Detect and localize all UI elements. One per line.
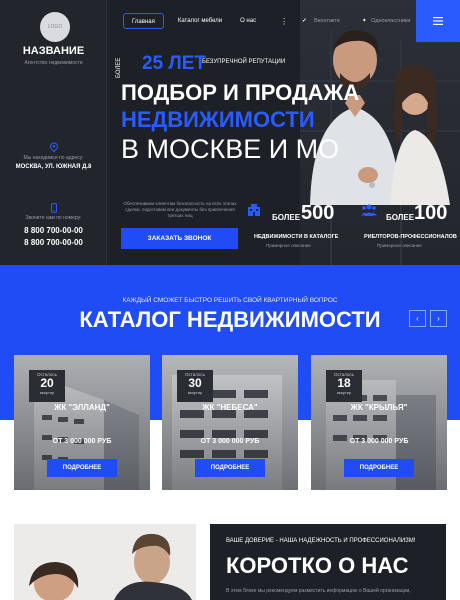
about-kicker: ВАШЕ ДОВЕРИЕ - НАША НАДЕЖНОСТЬ И ПРОФЕСС… bbox=[226, 538, 416, 544]
badge-unit: квартир bbox=[187, 390, 203, 395]
logo[interactable]: LOGO bbox=[40, 12, 70, 42]
logo-text: LOGO bbox=[47, 24, 63, 30]
carousel-prev-button[interactable]: ‹ bbox=[409, 310, 426, 327]
brand-name: НАЗВАНИЕ bbox=[22, 45, 85, 57]
phone-number[interactable]: 8 800 700-00-00 bbox=[0, 238, 107, 247]
stat-word: БОЛЕЕ bbox=[272, 213, 301, 222]
location-icon bbox=[49, 142, 59, 153]
phone-label: Звоните нам по номеру: bbox=[25, 215, 82, 221]
brand-subtitle: Агентство недвижимости bbox=[24, 60, 83, 66]
property-card[interactable]: Осталось 18 квартир ЖК "КРЫЛЬЯ" ОТ 3 000… bbox=[311, 355, 447, 490]
nav-item-about[interactable]: О нас bbox=[232, 13, 264, 29]
landing-page: LOGO НАЗВАНИЕ Агентство недвижимости Мы … bbox=[0, 0, 460, 600]
property-name: ЖК "НЕБЕСА" bbox=[202, 403, 258, 412]
details-button[interactable]: ПОДРОБНЕЕ bbox=[47, 459, 117, 477]
property-price: ОТ 3 000 000 РУБ bbox=[52, 438, 112, 445]
hamburger-icon[interactable] bbox=[416, 0, 460, 42]
order-call-button[interactable]: ЗАКАЗАТЬ ЗВОНОК bbox=[121, 228, 238, 249]
address-label: Мы находимся по адресу: bbox=[23, 155, 84, 161]
nav-item-catalog[interactable]: Каталог мебели bbox=[170, 13, 230, 29]
social-ok-label: Одноклассники bbox=[371, 18, 411, 24]
property-price: ОТ 3 000 000 РУБ bbox=[349, 438, 409, 445]
catalog-kicker: КАЖДЫЙ СМОЖЕТ БЫСТРО РЕШИТЬ СВОЙ КВАРТИР… bbox=[122, 297, 338, 304]
hero-title-line3: В МОСКВЕ И МО bbox=[121, 134, 340, 164]
vk-icon: ✓ bbox=[302, 18, 307, 24]
social-ok[interactable]: ✦ Одноклассники bbox=[362, 12, 410, 30]
hero-title-line1: ПОДБОР И ПРОДАЖА bbox=[121, 80, 360, 105]
apartments-left-badge: Осталось 20 квартир bbox=[29, 370, 65, 402]
badge-unit: квартир bbox=[39, 390, 55, 395]
property-card[interactable]: Осталось 30 квартир ЖК "НЕБЕСА" ОТ 3 000… bbox=[162, 355, 298, 490]
chevron-right-icon: › bbox=[437, 314, 440, 323]
property-name: ЖК "КРЫЛЬЯ" bbox=[350, 403, 408, 412]
team-icon bbox=[361, 203, 377, 220]
about-text: В этом блоке мы рекомендуем разместить и… bbox=[226, 588, 411, 594]
social-vk[interactable]: ✓ Вконтакте bbox=[302, 12, 340, 30]
stat-subcaption: Примерное описание bbox=[266, 243, 311, 248]
property-price: ОТ 3 000 000 РУБ bbox=[200, 438, 260, 445]
stat-caption: НЕДВИЖИМОСТИ В КАТАЛОГЕ bbox=[254, 234, 339, 240]
sidebar-contacts: LOGO НАЗВАНИЕ Агентство недвижимости Мы … bbox=[0, 0, 107, 265]
social-vk-label: Вконтакте bbox=[314, 18, 340, 24]
badge-count: 30 bbox=[188, 376, 202, 390]
apartments-left-badge: Осталось 30 квартир bbox=[177, 370, 213, 402]
about-photo bbox=[14, 524, 196, 600]
ok-icon: ✦ bbox=[362, 18, 367, 24]
phone-icon bbox=[49, 203, 59, 213]
about-title: КОРОТКО О НАС bbox=[226, 553, 409, 578]
stat-caption: РИЕЛТОРОВ-ПРОФЕССИОНАЛОВ bbox=[364, 234, 457, 240]
hero-years: 25 ЛЕТ bbox=[142, 53, 207, 74]
details-button[interactable]: ПОДРОБНЕЕ bbox=[195, 459, 265, 477]
details-button[interactable]: ПОДРОБНЕЕ bbox=[344, 459, 414, 477]
couple-photo bbox=[310, 30, 450, 205]
stat-word: БОЛЕЕ bbox=[386, 213, 415, 222]
stat-number: 500 bbox=[301, 202, 335, 224]
apartments-left-badge: Осталось 18 квартир bbox=[326, 370, 362, 402]
main-nav: Главная Каталог мебели О нас ⋮ bbox=[123, 12, 288, 30]
hero-description: Обеспечиваем клиентам безопасность на вс… bbox=[123, 201, 237, 218]
badge-count: 20 bbox=[40, 376, 54, 390]
nav-item-home[interactable]: Главная bbox=[123, 13, 164, 29]
badge-count: 18 bbox=[337, 376, 351, 390]
hero-section: LOGO НАЗВАНИЕ Агентство недвижимости Мы … bbox=[0, 0, 460, 265]
chevron-left-icon: ‹ bbox=[416, 314, 419, 323]
stat-subcaption: Примерное описание bbox=[377, 243, 422, 248]
carousel-next-button[interactable]: › bbox=[430, 310, 447, 327]
catalog-title: КАТАЛОГ НЕДВИЖИМОСТИ bbox=[79, 307, 381, 332]
stat-number: 100 bbox=[414, 202, 448, 224]
phone-number[interactable]: 8 800 700-00-00 bbox=[0, 226, 107, 235]
badge-unit: квартир bbox=[336, 390, 352, 395]
hero-years-sub: БЕЗУПРЕЧНОЙ РЕПУТАЦИИ bbox=[202, 59, 286, 65]
property-card[interactable]: Осталось 20 квартир ЖК "ЭЛЛАНД" ОТ 3 000… bbox=[14, 355, 150, 490]
hero-vertical-label: БОЛЕЕ bbox=[116, 57, 122, 78]
hero-title-line2: НЕДВИЖИМОСТИ bbox=[121, 107, 315, 132]
building-icon bbox=[247, 203, 261, 220]
more-icon[interactable]: ⋮ bbox=[280, 17, 288, 26]
address-value: МОСКВА, УЛ. ЮЖНАЯ Д.8 bbox=[15, 164, 92, 170]
property-name: ЖК "ЭЛЛАНД" bbox=[54, 403, 110, 412]
